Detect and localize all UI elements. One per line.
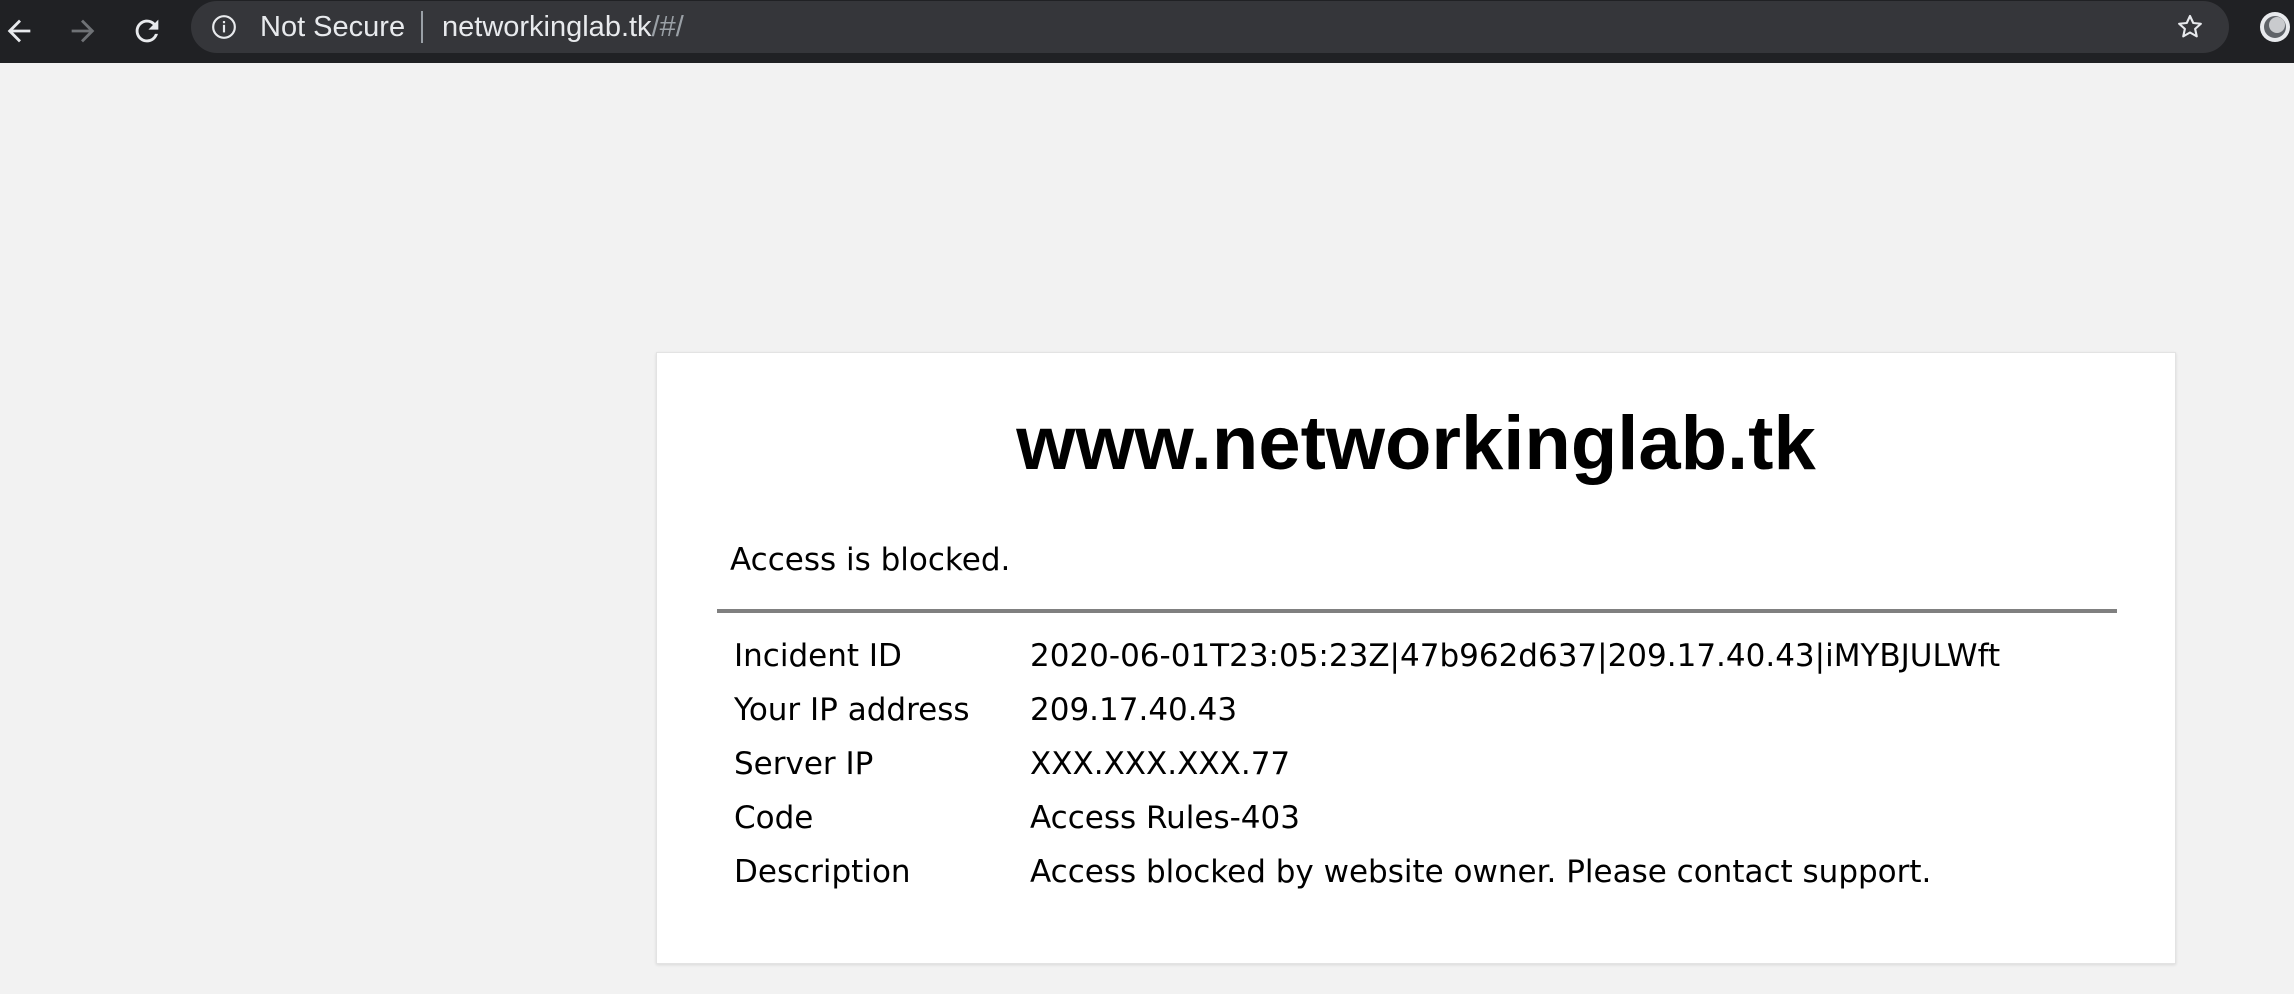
detail-label: Your IP address xyxy=(734,692,970,728)
reload-icon xyxy=(135,19,159,43)
arrow-left-icon xyxy=(7,19,31,43)
address-bar[interactable]: Not Secure networkinglab.tk/#/ xyxy=(191,1,2229,53)
star-icon[interactable] xyxy=(2175,12,2205,42)
detail-label: Code xyxy=(734,800,814,836)
forward-button[interactable] xyxy=(60,8,106,54)
error-card: www.networkinglab.tk Access is blocked. … xyxy=(656,352,2176,964)
url-path: /#/ xyxy=(651,11,684,43)
divider xyxy=(717,609,2117,613)
arrow-right-icon xyxy=(71,19,95,43)
detail-value: 209.17.40.43 xyxy=(1030,692,1238,728)
detail-label: Server IP xyxy=(734,746,874,782)
security-status-label[interactable]: Not Secure xyxy=(260,10,405,44)
detail-value: Access blocked by website owner. Please … xyxy=(1030,854,1932,890)
address-separator xyxy=(421,11,423,43)
url-text[interactable]: networkinglab.tk/#/ xyxy=(442,10,684,44)
page-title: www.networkinglab.tk xyxy=(1016,401,1816,486)
browser-toolbar: Not Secure networkinglab.tk/#/ xyxy=(0,0,2294,63)
detail-label: Description xyxy=(734,854,911,890)
extension-icon[interactable] xyxy=(2258,10,2292,44)
reload-button[interactable] xyxy=(124,8,170,54)
blocked-message: Access is blocked. xyxy=(730,542,1011,578)
detail-value: Access Rules-403 xyxy=(1030,800,1300,836)
info-icon[interactable] xyxy=(211,14,237,40)
detail-label: Incident ID xyxy=(734,638,902,674)
detail-value: 2020-06-01T23:05:23Z|47b962d637|209.17.4… xyxy=(1030,638,2001,674)
detail-value: XXX.XXX.XXX.77 xyxy=(1030,746,1291,782)
back-button[interactable] xyxy=(0,8,42,54)
url-host: networkinglab.tk xyxy=(442,11,652,43)
